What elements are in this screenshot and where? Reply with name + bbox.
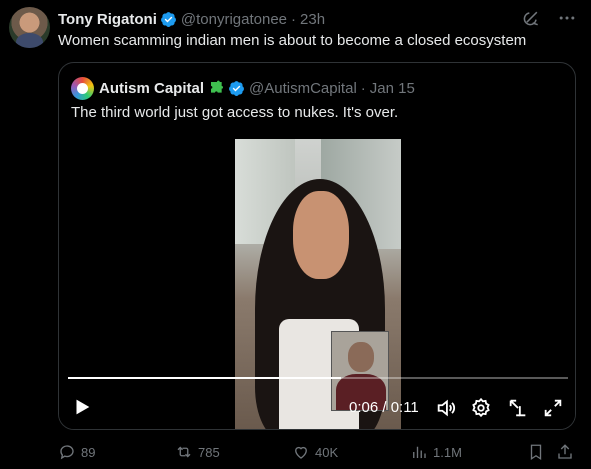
quote-author-avatar (71, 76, 94, 100)
tweet-header: Tony Rigatoni @tonyrigatonee · 23h (58, 9, 325, 29)
heart-icon (295, 446, 307, 459)
quote-header: Autism Capital @AutismCapital · Jan 15 (71, 76, 415, 100)
author-handle[interactable]: @tonyrigatonee (181, 11, 287, 28)
verified-badge-icon (229, 80, 244, 96)
like-button[interactable]: 40K (292, 440, 338, 464)
puzzle-piece-icon (211, 80, 224, 93)
author-avatar[interactable] (9, 7, 50, 48)
separator-dot: · (360, 79, 366, 97)
views-button[interactable]: 1.1M (410, 440, 462, 464)
verified-badge-icon (160, 11, 176, 27)
repost-button[interactable]: 785 (175, 440, 220, 464)
quote-date: Jan 15 (369, 79, 415, 97)
views-icon (413, 446, 426, 458)
reply-icon (60, 445, 74, 460)
video-timecode: 0:06 / 0:11 (349, 399, 419, 416)
author-name[interactable]: Tony Rigatoni (58, 11, 157, 28)
tweet-top-actions (521, 8, 577, 28)
like-count: 40K (315, 444, 339, 460)
reply-button[interactable]: 89 (58, 440, 95, 464)
tweet-time[interactable]: 23h (300, 11, 325, 28)
tweet-text: Women scamming indian men is about to be… (58, 32, 527, 49)
volume-icon[interactable] (435, 397, 457, 419)
video-player[interactable]: 0:06 / 0:11 (59, 139, 575, 429)
repost-count: 785 (198, 444, 220, 460)
video-frame[interactable] (235, 139, 401, 429)
settings-icon[interactable] (470, 397, 492, 419)
grok-icon[interactable] (521, 8, 541, 28)
share-icon[interactable] (556, 443, 574, 461)
reply-count: 89 (81, 444, 96, 460)
separator-dot: · (291, 10, 297, 28)
fullscreen-icon[interactable] (542, 397, 564, 419)
more-icon[interactable] (557, 8, 577, 28)
tweet-actions: 89 785 40K 1.1M (58, 440, 576, 464)
video-progress-bar[interactable] (68, 377, 568, 379)
views-count: 1.1M (433, 444, 462, 460)
bookmark-icon[interactable] (527, 443, 545, 461)
video-progress-fill (68, 377, 341, 379)
pop-out-icon[interactable] (507, 397, 529, 419)
quoted-tweet[interactable]: Autism Capital @AutismCapital · Jan 15 T… (58, 62, 576, 430)
quote-text: The third world just got access to nukes… (71, 104, 399, 121)
repost-icon (177, 446, 191, 458)
play-icon[interactable] (71, 396, 93, 418)
quote-author-name: Autism Capital (99, 79, 205, 97)
quote-author-handle: @AutismCapital (249, 79, 357, 97)
